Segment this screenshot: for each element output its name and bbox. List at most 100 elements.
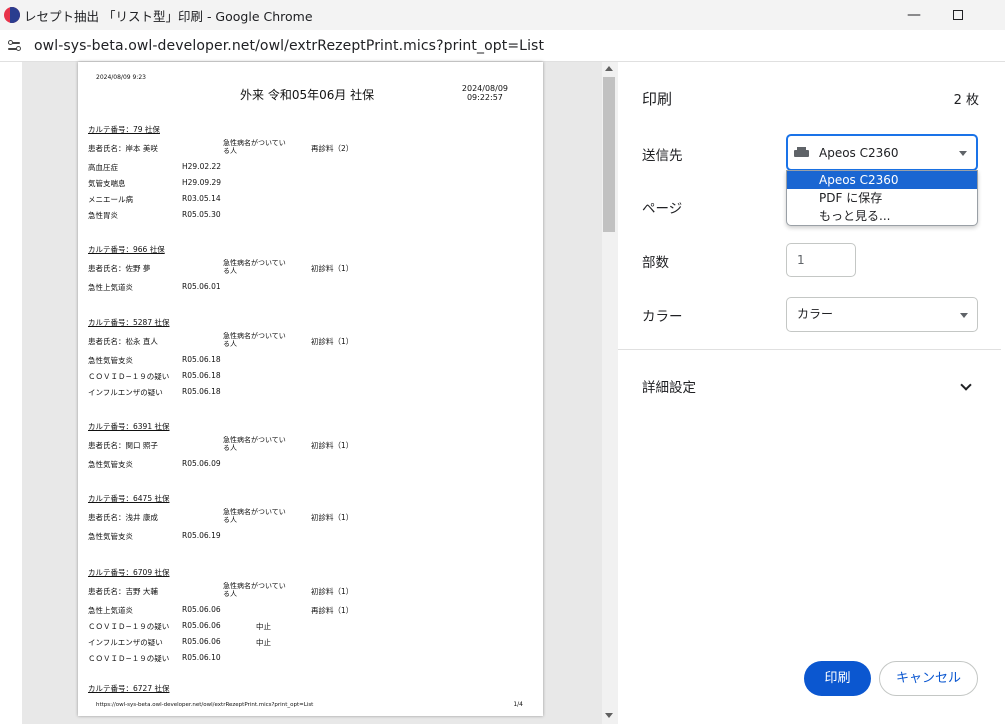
copies-input[interactable]: 1 bbox=[786, 243, 856, 277]
scroll-down-icon[interactable] bbox=[605, 713, 613, 718]
diagnosis-name: インフルエンザの疑い bbox=[88, 638, 163, 647]
diagnosis-name: 急性気管支炎 bbox=[88, 532, 133, 541]
preview-scrollbar[interactable] bbox=[602, 62, 618, 724]
record-note-line: 急性病名がついてい bbox=[223, 332, 286, 340]
destination-option-more[interactable]: もっと見る... bbox=[787, 207, 977, 225]
record-patient-name: 患者氏名：岸本 美咲 bbox=[88, 144, 158, 153]
diagnosis-name: ＣＯＶＩＤ−１９の疑い bbox=[88, 622, 170, 631]
record-visit-type: 初診料（1） bbox=[311, 264, 354, 273]
address-bar: owl-sys-beta.owl-developer.net/owl/extrR… bbox=[0, 30, 1005, 62]
diagnosis-name: 急性上気道炎 bbox=[88, 283, 133, 292]
destination-label: 送信先 bbox=[642, 148, 683, 164]
document-date: 2024/08/09 09:22:57 bbox=[462, 84, 508, 102]
page-number: 1/4 bbox=[513, 701, 523, 708]
diagnosis-date: R05.06.18 bbox=[182, 371, 221, 380]
record-note-line: る人 bbox=[223, 340, 237, 348]
document-footer-url: https://owl-sys-beta.owl-developer.net/o… bbox=[96, 702, 314, 708]
diagnosis-date: R05.06.10 bbox=[182, 653, 221, 662]
cancel-button[interactable]: キャンセル bbox=[879, 661, 978, 696]
record-note-line: る人 bbox=[223, 590, 237, 598]
record-note-line: 急性病名がついてい bbox=[223, 436, 286, 444]
diagnosis-date: R05.06.06 bbox=[182, 637, 221, 646]
record-note-line: る人 bbox=[223, 516, 237, 524]
record-note-line: 急性病名がついてい bbox=[223, 139, 286, 147]
maximize-icon bbox=[953, 10, 963, 20]
diagnosis-date: R05.06.06 bbox=[182, 605, 221, 614]
diagnosis-date: R05.06.09 bbox=[182, 459, 221, 468]
diagnosis-name: 急性気管支炎 bbox=[88, 356, 133, 365]
copies-label: 部数 bbox=[642, 255, 669, 271]
record-visit-type: 初診料（1） bbox=[311, 587, 354, 596]
color-caret-icon bbox=[960, 312, 968, 318]
panel-divider bbox=[618, 349, 1001, 350]
url-text[interactable]: owl-sys-beta.owl-developer.net/owl/extrR… bbox=[34, 38, 544, 54]
diagnosis-name: メニエール病 bbox=[88, 195, 133, 204]
record-note-line: る人 bbox=[223, 267, 237, 275]
color-value: カラー bbox=[797, 307, 834, 321]
record-visit-type: 初診料（1） bbox=[311, 441, 354, 450]
record-card-number: カルテ番号：79 社保 bbox=[88, 125, 160, 134]
destination-dropdown: Apeos C2360 PDF に保存 もっと見る... bbox=[786, 170, 978, 226]
diagnosis-name: ＣＯＶＩＤ−１９の疑い bbox=[88, 654, 170, 663]
diagnosis-date: R05.06.19 bbox=[182, 531, 221, 540]
record-visit-type: 初診料（1） bbox=[311, 337, 354, 346]
advanced-settings-label[interactable]: 詳細設定 bbox=[642, 376, 696, 396]
chevron-down-icon[interactable] bbox=[960, 379, 972, 391]
destination-option-apeos[interactable]: Apeos C2360 bbox=[787, 171, 977, 189]
record-patient-name: 患者氏名：吉野 大輔 bbox=[88, 587, 158, 596]
print-button[interactable]: 印刷 bbox=[804, 661, 871, 696]
record-patient-name: 患者氏名：松永 直人 bbox=[88, 337, 158, 346]
title-bar: レセプト抽出 「リスト型」印刷 - Google Chrome — bbox=[0, 0, 1005, 30]
record-visit-type: 再診料（2） bbox=[311, 144, 354, 153]
record-note-line: 急性病名がついてい bbox=[223, 508, 286, 516]
record-patient-name: 患者氏名：浅井 康成 bbox=[88, 513, 158, 522]
diagnosis-status: 中止 bbox=[256, 638, 271, 647]
diagnosis-date: R03.05.14 bbox=[182, 194, 221, 203]
diagnosis-date: R05.06.06 bbox=[182, 621, 221, 630]
document-title: 外来 令和05年06月 社保 bbox=[240, 88, 375, 102]
minimize-button[interactable]: — bbox=[891, 0, 937, 30]
record-card-number: カルテ番号：6709 社保 bbox=[88, 568, 170, 577]
diagnosis-date: H29.09.29 bbox=[182, 178, 222, 187]
pages-label: ページ bbox=[642, 201, 683, 217]
record-patient-name: 患者氏名：関口 照子 bbox=[88, 441, 158, 450]
record-note-line: 急性病名がついてい bbox=[223, 582, 286, 590]
record-note-line: 急性病名がついてい bbox=[223, 259, 286, 267]
scroll-up-icon[interactable] bbox=[605, 66, 613, 71]
diagnosis-name: 急性胃炎 bbox=[88, 211, 118, 220]
time-text: 09:22:57 bbox=[466, 93, 503, 102]
print-settings-panel: 印刷 2 枚 送信先 Apeos C2360 Apeos C2360 PDF に… bbox=[618, 62, 1005, 724]
color-select[interactable]: カラー bbox=[786, 297, 978, 332]
diagnosis-name: 急性上気道炎 bbox=[88, 606, 133, 615]
diagnosis-name: 気管支喘息 bbox=[88, 179, 126, 188]
window-title: レセプト抽出 「リスト型」印刷 - Google Chrome bbox=[24, 8, 313, 24]
maximize-button[interactable] bbox=[935, 0, 981, 30]
record-note-line: る人 bbox=[223, 444, 237, 452]
record-card-number: カルテ番号：6475 社保 bbox=[88, 494, 170, 503]
diagnosis-name: 急性気管支炎 bbox=[88, 460, 133, 469]
panel-title: 印刷 bbox=[642, 90, 673, 108]
printer-icon bbox=[794, 146, 809, 159]
site-settings-icon[interactable] bbox=[6, 37, 24, 55]
record-visit-type: 初診料（1） bbox=[311, 513, 354, 522]
record-note-line: る人 bbox=[223, 147, 237, 155]
diagnosis-name: インフルエンザの疑い bbox=[88, 388, 163, 397]
destination-value: Apeos C2360 bbox=[819, 145, 899, 160]
record-card-number: カルテ番号：5287 社保 bbox=[88, 318, 170, 327]
date-text: 2024/08/09 bbox=[461, 84, 508, 93]
diagnosis-date: R05.06.18 bbox=[182, 387, 221, 396]
diagnosis-date: R05.06.01 bbox=[182, 282, 221, 291]
color-label: カラー bbox=[642, 309, 683, 325]
app-logo-icon bbox=[4, 7, 20, 23]
diagnosis-date: R05.06.18 bbox=[182, 355, 221, 364]
diagnosis-name: 高血圧症 bbox=[88, 163, 118, 172]
destination-option-pdf[interactable]: PDF に保存 bbox=[787, 189, 977, 207]
destination-select[interactable]: Apeos C2360 bbox=[786, 134, 978, 171]
diagnosis-date: R05.05.30 bbox=[182, 210, 221, 219]
scroll-thumb[interactable] bbox=[603, 77, 615, 232]
preview-page: 2024/08/09 9:23 外来 令和05年06月 社保 2024/08/0… bbox=[78, 62, 543, 716]
record-visit-type: 再診料（1） bbox=[311, 606, 354, 615]
diagnosis-name: ＣＯＶＩＤ−１９の疑い bbox=[88, 372, 170, 381]
record-card-number: カルテ番号：6391 社保 bbox=[88, 422, 170, 431]
record-card-number: カルテ番号：6727 社保 bbox=[88, 684, 170, 693]
